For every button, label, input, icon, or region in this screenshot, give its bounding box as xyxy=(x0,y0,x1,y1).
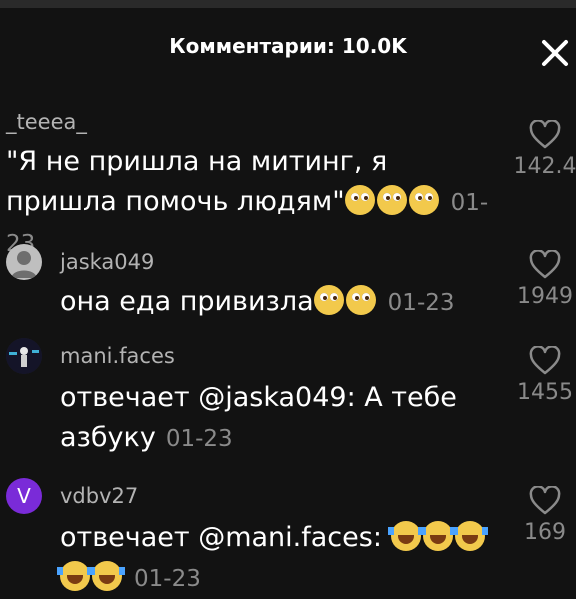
close-icon[interactable] xyxy=(540,38,570,68)
like-button[interactable]: 1455 xyxy=(510,346,576,405)
heart-icon xyxy=(529,486,561,516)
like-count: 169 xyxy=(524,520,566,545)
like-button[interactable]: 142.4 xyxy=(510,120,576,179)
mention-link[interactable]: @mani.faces xyxy=(198,522,373,553)
laughing-tears-face-icon xyxy=(455,521,485,551)
avatar[interactable] xyxy=(6,244,42,280)
comment-username[interactable]: mani.faces xyxy=(60,344,175,368)
comment-text: отвечает @jaska049: А тебе азбуку01-23 xyxy=(60,378,500,459)
comment-body: она еда привизла xyxy=(60,286,314,317)
comment-body: "Я не пришла на митинг, я пришла помочь … xyxy=(6,146,387,217)
comment-date: 01-23 xyxy=(166,426,233,452)
avatar[interactable]: V xyxy=(6,478,42,514)
default-user-avatar-icon xyxy=(6,244,42,280)
like-button[interactable]: 1949 xyxy=(510,250,576,309)
reply-prefix: отвечает xyxy=(60,382,198,413)
pleading-face-icon xyxy=(314,285,344,315)
like-count: 1949 xyxy=(517,284,573,309)
pleading-face-icon xyxy=(377,185,407,215)
comment-date: 01-23 xyxy=(134,566,201,592)
like-count: 142.4 xyxy=(514,154,576,179)
pleading-face-icon xyxy=(346,285,376,315)
comment-username[interactable]: vdbv27 xyxy=(60,484,138,508)
heart-icon xyxy=(529,120,561,150)
video-preview-strip xyxy=(0,0,576,8)
comments-title: Комментарии: 10.0K xyxy=(0,34,576,58)
mention-link[interactable]: @jaska049 xyxy=(198,382,346,413)
laughing-tears-face-icon xyxy=(391,521,421,551)
laughing-tears-face-icon xyxy=(423,521,453,551)
like-button[interactable]: 169 xyxy=(510,486,576,545)
comments-header: Комментарии: 10.0K xyxy=(0,8,576,80)
heart-icon xyxy=(529,250,561,280)
comment-body: : xyxy=(373,522,382,553)
like-count: 1455 xyxy=(517,380,573,405)
pleading-face-icon xyxy=(409,185,439,215)
comment-text: "Я не пришла на митинг, я пришла помочь … xyxy=(6,142,496,264)
pleading-face-icon xyxy=(345,185,375,215)
comment-username[interactable]: jaska049 xyxy=(60,250,154,274)
profile-photo-avatar-icon xyxy=(6,338,42,374)
comment-date: 01-23 xyxy=(388,290,455,316)
avatar[interactable] xyxy=(6,338,42,374)
comment-text: она еда привизла 01-23 xyxy=(60,282,500,323)
avatar-letter: V xyxy=(17,484,31,508)
heart-icon xyxy=(529,346,561,376)
reply-prefix: отвечает xyxy=(60,522,198,553)
comment-username[interactable]: _teeea_ xyxy=(6,110,87,134)
